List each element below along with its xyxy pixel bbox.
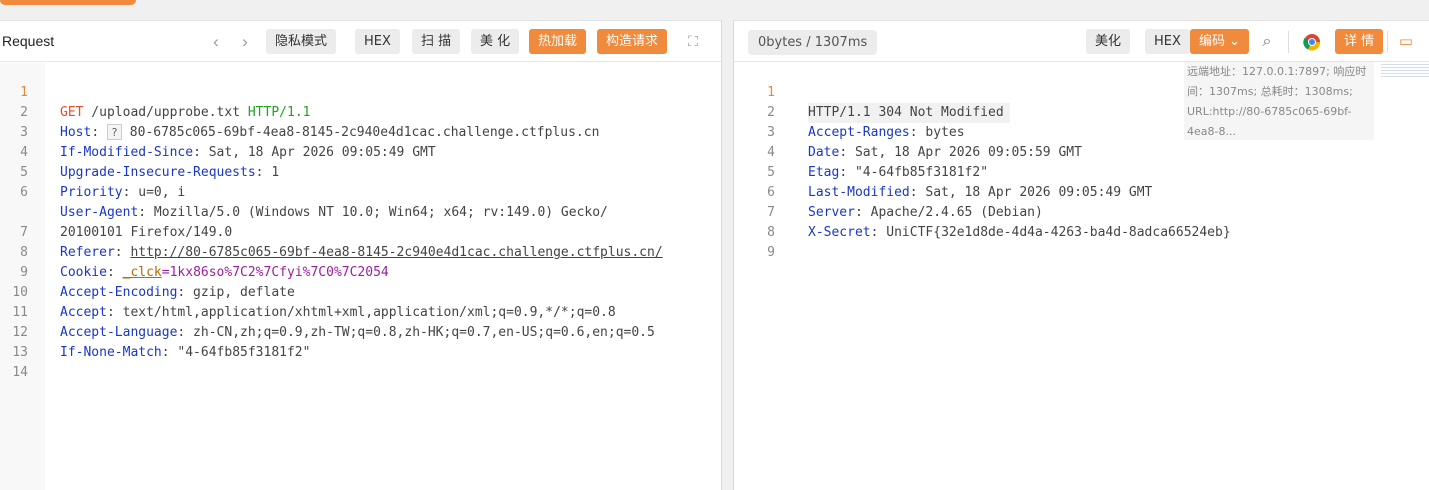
code-line: 8 Cookie: _clck=1kx86so%7C2%7Cfyi%7C0%7C… <box>0 223 721 280</box>
code-line: 11 Accept-Language: zh-CN,zh;q=0.9,zh-TW… <box>0 283 721 340</box>
code-line: 10 Accept: text/html,application/xhtml+x… <box>0 263 721 320</box>
chevron-down-icon: ⌄ <box>1229 34 1241 49</box>
code-line: 5 Priority: u=0, i <box>0 143 721 200</box>
beautify-button[interactable]: 美 化 <box>471 29 520 54</box>
response-toolbar: 0bytes / 1307ms 美化 HEX 编码 ⌄ ⌕ 详 情 ▭ <box>734 21 1429 62</box>
build-request-button[interactable]: 构造请求 <box>597 29 668 54</box>
next-icon[interactable]: › <box>233 29 257 54</box>
code-line: 13 <box>0 323 721 360</box>
code-line: 6 User-Agent: Mozilla/5.0 (Windows NT 10… <box>0 163 721 220</box>
response-info-panel: 远端地址：127.0.0.1:7897; 响应时间：1307ms; 总耗时：13… <box>1184 62 1374 140</box>
response-pane: 0bytes / 1307ms 美化 HEX 编码 ⌄ ⌕ 详 情 ▭ 1 HT… <box>733 20 1429 490</box>
code-line: 8 <box>734 203 1429 240</box>
response-size-badge: 0bytes / 1307ms <box>748 30 878 55</box>
beautify-button[interactable]: 美化 <box>1086 29 1131 54</box>
scan-button[interactable]: 扫 描 <box>412 29 461 54</box>
divider <box>1387 31 1388 53</box>
code-line: 7 Referer: http://80-6785c065-69bf-4ea8-… <box>0 203 721 260</box>
prev-icon[interactable]: ‹ <box>204 29 228 54</box>
chat-icon[interactable]: ▭ <box>1394 29 1418 54</box>
request-title: Request <box>2 33 55 49</box>
search-icon[interactable]: ⌕ <box>1255 29 1279 54</box>
encode-dropdown[interactable]: 编码 ⌄ <box>1190 29 1250 54</box>
hotload-button[interactable]: 热加载 <box>529 29 587 54</box>
code-line: 14 <box>0 343 721 380</box>
hex-button[interactable]: HEX <box>355 29 400 54</box>
line-number: 14 <box>12 365 28 380</box>
privacy-mode-button[interactable]: 隐私模式 <box>266 29 337 54</box>
expand-icon[interactable]: ⛶ <box>681 29 705 54</box>
code-line: 7 X-Secret: UniCTF{32e1d8de-4d4a-4263-ba… <box>734 183 1429 240</box>
hex-button[interactable]: HEX <box>1145 29 1190 54</box>
request-pane: Request ‹ › 隐私模式 HEX 扫 描 美 化 热加载 构造请求 ⛶ … <box>0 20 722 490</box>
encode-label: 编码 <box>1199 34 1226 49</box>
active-tab-indicator[interactable] <box>0 0 136 5</box>
code-line: 3 If-Modified-Since: Sat, 18 Apr 2026 09… <box>0 103 721 160</box>
details-button[interactable]: 详 情 <box>1335 29 1384 54</box>
request-toolbar: Request ‹ › 隐私模式 HEX 扫 描 美 化 热加载 构造请求 ⛶ <box>0 21 721 62</box>
request-editor[interactable]: 1 GET /upload/upprobe.txt HTTP/1.1 2 Hos… <box>0 63 721 490</box>
line-number: 9 <box>767 245 775 260</box>
chrome-icon[interactable] <box>1300 29 1324 54</box>
code-line: 2 Host: ? 80-6785c065-69bf-4ea8-8145-2c9… <box>0 83 721 140</box>
code-line: 9 Accept-Encoding: gzip, deflate <box>0 243 721 300</box>
minimap[interactable] <box>1381 63 1429 77</box>
divider <box>1288 31 1289 53</box>
code-line: 6 Server: Apache/2.4.65 (Debian) <box>734 163 1429 220</box>
code-line: 20100101 Firefox/149.0 <box>0 183 721 240</box>
code-line: 9 <box>734 223 1429 260</box>
code-line: 1 GET /upload/upprobe.txt HTTP/1.1 <box>0 63 721 120</box>
code-line: 4 Upgrade-Insecure-Requests: 1 <box>0 123 721 180</box>
code-line: 12 If-None-Match: "4-64fb85f3181f2" <box>0 303 721 360</box>
code-line: 5 Last-Modified: Sat, 18 Apr 2026 09:05:… <box>734 143 1429 200</box>
